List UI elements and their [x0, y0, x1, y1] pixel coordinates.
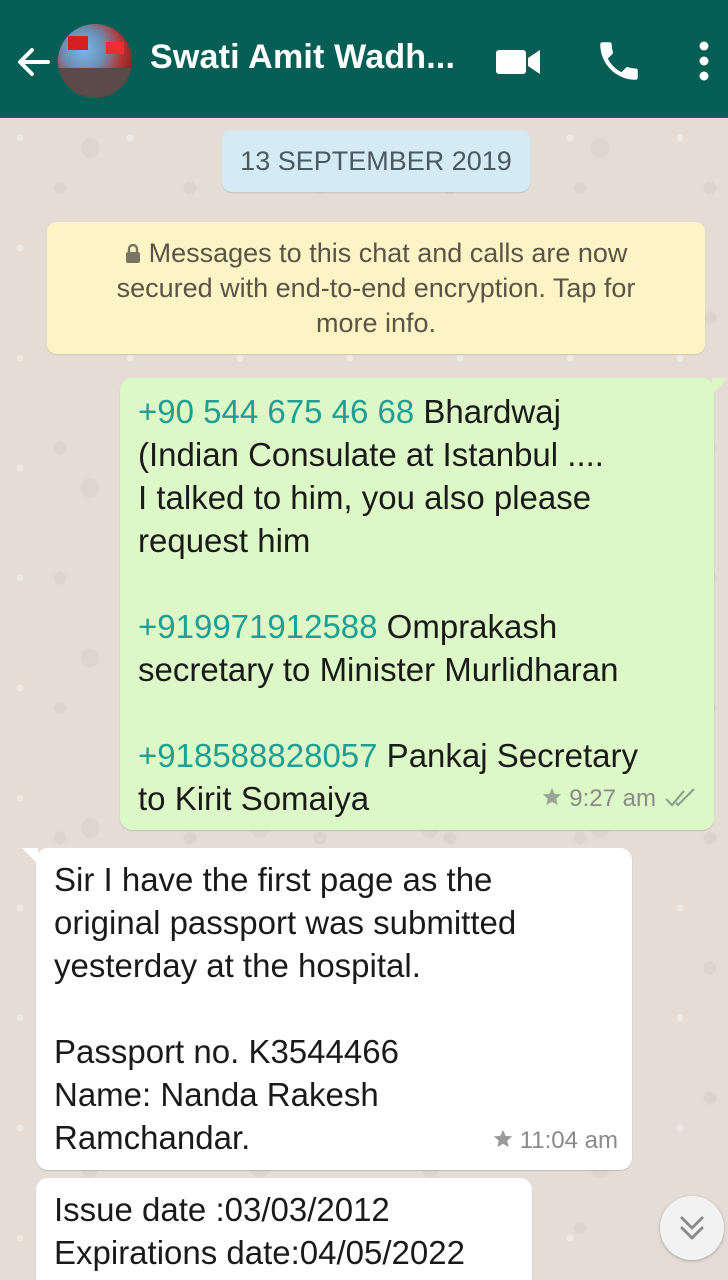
message-line: Sir I have the first page as the — [54, 861, 493, 898]
encryption-line-3: more info. — [315, 308, 437, 338]
message-meta: 11:04 am — [492, 1119, 618, 1162]
app-bar: Swati Amit Wadh... — [0, 0, 728, 118]
scroll-to-bottom-button[interactable] — [660, 1196, 724, 1260]
phone-link[interactable]: +919971912588 — [138, 608, 378, 645]
message-meta: 9:27 am — [541, 777, 698, 820]
phone-icon — [600, 42, 638, 80]
outgoing-message[interactable]: +90 544 675 46 68 Bhardwaj (Indian Consu… — [120, 378, 728, 830]
contact-name[interactable]: Swati Amit Wadh... — [150, 38, 455, 77]
incoming-message[interactable]: Issue date :03/03/2012 Expirations date:… — [36, 1178, 532, 1280]
message-line: Issue date :03/03/2012 — [54, 1191, 390, 1228]
message-time: 11:04 am — [519, 1127, 618, 1154]
arrow-left-icon — [18, 48, 50, 76]
encryption-notice[interactable]: Messages to this chat and calls are now … — [47, 222, 705, 354]
back-button[interactable] — [12, 40, 56, 84]
message-line: secretary to Minister Murlidharan — [138, 651, 619, 688]
double-chevron-down-icon — [680, 1216, 704, 1240]
message-line: I talked to him, you also please — [138, 479, 592, 516]
chat-area[interactable]: 13 SEPTEMBER 2019 Messages to this chat … — [0, 118, 728, 1280]
message-line: Name: Nanda Rakesh — [54, 1076, 379, 1113]
message-line: yesterday at the hospital. — [54, 947, 421, 984]
more-options-button[interactable] — [684, 36, 724, 86]
star-icon — [541, 779, 563, 806]
phone-link[interactable]: +918588828057 — [138, 737, 378, 774]
lock-icon — [125, 238, 141, 263]
videocam-icon — [496, 50, 540, 74]
voice-call-button[interactable] — [594, 36, 644, 86]
message-line: Expirations date:04/05/2022 — [54, 1234, 465, 1271]
message-line: request him — [138, 522, 311, 559]
message-time: 9:27 am — [569, 785, 656, 812]
avatar[interactable] — [58, 24, 132, 98]
phone-link[interactable]: +90 544 675 46 68 — [138, 393, 414, 430]
double-check-icon — [664, 780, 698, 807]
star-icon — [492, 1121, 514, 1148]
encryption-line-2: secured with end-to-end encryption. Tap … — [116, 273, 636, 303]
video-call-button[interactable] — [494, 44, 542, 80]
date-chip: 13 SEPTEMBER 2019 — [222, 130, 530, 192]
message-line: (Indian Consulate at Istanbul .... — [138, 436, 604, 473]
message-line: original passport was submitted — [54, 904, 517, 941]
encryption-line-1: Messages to this chat and calls are now — [148, 238, 628, 268]
more-vertical-icon — [699, 41, 709, 81]
message-line: Passport no. K3544466 — [54, 1033, 399, 1070]
incoming-message[interactable]: Sir I have the first page as the origina… — [22, 848, 632, 1170]
